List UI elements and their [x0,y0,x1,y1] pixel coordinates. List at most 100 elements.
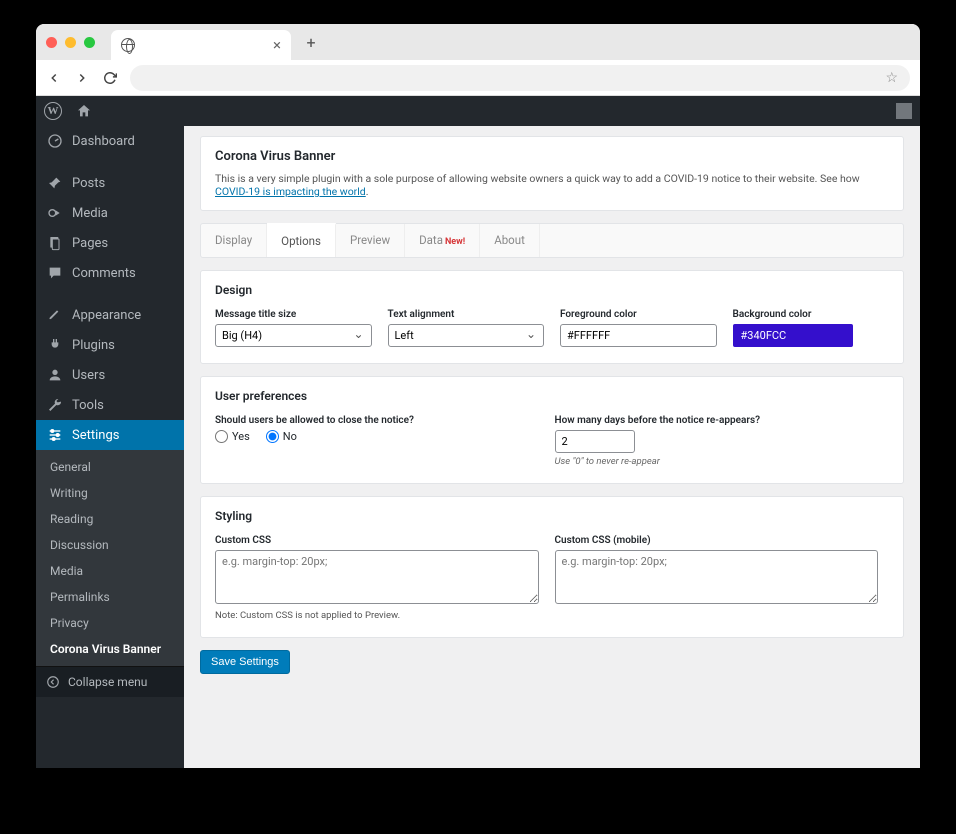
days-label: How many days before the notice re-appea… [555,415,879,426]
comment-icon [46,265,64,281]
sidebar-item-tools[interactable]: Tools [36,390,184,420]
close-radio-yes[interactable]: Yes [215,430,250,443]
radio-yes-input[interactable] [215,430,228,443]
tab-options[interactable]: Options [267,223,336,257]
section-title-styling: Styling [215,509,889,523]
browser-tab[interactable]: × [111,30,291,60]
covid-impact-link[interactable]: COVID-19 is impacting the world [215,185,366,198]
user-prefs-section: User preferences Should users be allowed… [200,376,904,484]
settings-sliders-icon [46,427,64,443]
window-controls [46,37,111,48]
submenu-item-writing[interactable]: Writing [36,480,184,506]
forward-button[interactable] [74,70,90,86]
radio-no-input[interactable] [266,430,279,443]
sidebar-item-label: Media [72,206,108,221]
close-window-icon[interactable] [46,37,57,48]
page-header-panel: Corona Virus Banner This is a very simpl… [200,136,904,211]
close-notice-label: Should users be allowed to close the not… [215,415,539,426]
page-title: Corona Virus Banner [215,149,889,164]
sidebar-item-posts[interactable]: Posts [36,168,184,198]
sidebar-item-label: Settings [72,428,119,443]
pin-icon [46,175,64,191]
wp-body: Dashboard Posts Media Pages Comments App… [36,126,920,768]
submenu-item-general[interactable]: General [36,454,184,480]
days-input[interactable] [555,430,635,453]
tab-preview[interactable]: Preview [336,224,405,257]
minimize-window-icon[interactable] [65,37,76,48]
sidebar-item-comments[interactable]: Comments [36,258,184,288]
custom-css-mobile-label: Custom CSS (mobile) [555,535,879,546]
settings-submenu: General Writing Reading Discussion Media… [36,450,184,666]
submenu-item-reading[interactable]: Reading [36,506,184,532]
media-icon [46,205,64,221]
sidebar-item-settings[interactable]: Settings [36,420,184,450]
custom-css-label: Custom CSS [215,535,539,546]
sidebar-item-pages[interactable]: Pages [36,228,184,258]
address-input[interactable]: ☆ [130,65,910,91]
sidebar-item-plugins[interactable]: Plugins [36,330,184,360]
sidebar-item-label: Pages [72,236,108,251]
custom-css-mobile-textarea[interactable] [555,550,879,604]
close-notice-radio-group: Yes No [215,430,539,443]
wrench-icon [46,397,64,413]
browser-tab-bar: × + [36,24,920,60]
sidebar-item-label: Plugins [72,338,115,353]
browser-window: × + ☆ Dashboard Post [36,24,920,768]
collapse-menu-button[interactable]: Collapse menu [36,666,184,697]
user-icon [46,367,64,383]
sidebar-item-appearance[interactable]: Appearance [36,300,184,330]
sidebar-item-label: Comments [72,266,136,281]
tab-close-icon[interactable]: × [273,36,281,54]
sidebar-item-dashboard[interactable]: Dashboard [36,126,184,156]
title-size-select[interactable]: Big (H4) [215,324,372,347]
submenu-item-corona-banner[interactable]: Corona Virus Banner [36,636,184,662]
design-section: Design Message title size Big (H4) Text … [200,270,904,364]
back-button[interactable] [46,70,62,86]
wordpress-logo-icon[interactable] [44,102,62,120]
new-badge: New! [445,237,465,247]
user-avatar-icon[interactable] [896,103,912,119]
custom-css-textarea[interactable] [215,550,539,604]
save-settings-button[interactable]: Save Settings [200,650,290,674]
tab-about[interactable]: About [480,224,540,257]
sidebar-item-label: Appearance [72,308,141,323]
plugin-icon [46,337,64,353]
title-size-label: Message title size [215,309,372,320]
css-note: Note: Custom CSS is not applied to Previ… [215,610,539,621]
submenu-item-privacy[interactable]: Privacy [36,610,184,636]
globe-icon [121,38,135,52]
fg-color-input[interactable] [560,324,717,347]
bg-color-swatch[interactable]: #340FCC [733,324,853,347]
collapse-icon [46,675,60,689]
tab-data[interactable]: DataNew! [405,224,480,257]
brush-icon [46,307,64,323]
home-icon[interactable] [76,103,92,119]
settings-tabs: Display Options Preview DataNew! About [200,223,904,258]
submenu-item-permalinks[interactable]: Permalinks [36,584,184,610]
days-help-text: Use "0" to never re-appear [555,456,879,467]
bookmark-star-icon[interactable]: ☆ [885,70,898,86]
content-area: Corona Virus Banner This is a very simpl… [184,126,920,768]
submenu-item-discussion[interactable]: Discussion [36,532,184,558]
dashboard-icon [46,133,64,149]
reload-button[interactable] [102,70,118,86]
fg-color-label: Foreground color [560,309,717,320]
sidebar-item-label: Users [72,368,105,383]
alignment-select[interactable]: Left [388,324,545,347]
sidebar-item-media[interactable]: Media [36,198,184,228]
tab-display[interactable]: Display [201,224,267,257]
browser-chrome: × + ☆ [36,24,920,96]
page-icon [46,235,64,251]
wp-admin-bar [36,96,920,126]
sidebar-item-label: Posts [72,176,105,191]
close-radio-no[interactable]: No [266,430,297,443]
collapse-label: Collapse menu [68,675,147,689]
maximize-window-icon[interactable] [84,37,95,48]
wp-admin: Dashboard Posts Media Pages Comments App… [36,96,920,768]
sidebar-item-users[interactable]: Users [36,360,184,390]
page-description: This is a very simple plugin with a sole… [215,172,889,198]
section-title-prefs: User preferences [215,389,889,403]
new-tab-button[interactable]: + [299,30,323,54]
sidebar-item-label: Dashboard [72,134,135,149]
submenu-item-media[interactable]: Media [36,558,184,584]
